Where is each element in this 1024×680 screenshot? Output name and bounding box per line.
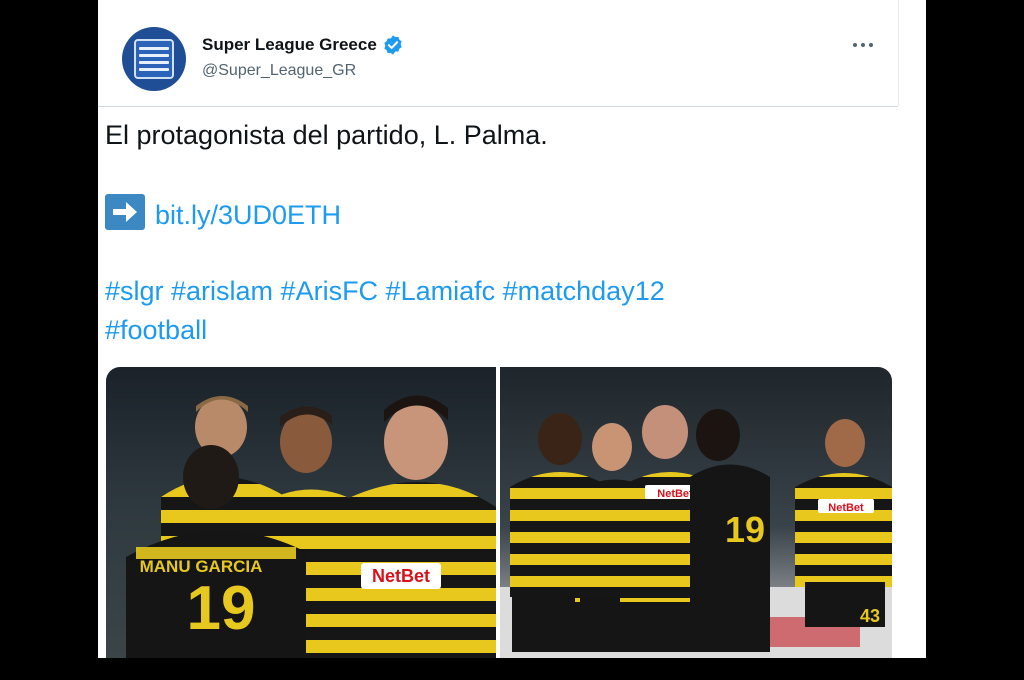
sponsor-logo: NetBet — [372, 566, 430, 586]
media-photo-left[interactable]: MANU GARCIA 19 NetBet — [106, 367, 496, 658]
avatar[interactable] — [122, 27, 186, 91]
hashtags-line[interactable]: #slgr #arislam #ArisFC #Lamiafc #matchda… — [105, 272, 665, 311]
more-horizontal-icon[interactable] — [850, 32, 876, 58]
jersey-number: 43 — [860, 606, 880, 626]
hashtag-football[interactable]: #football — [105, 311, 207, 350]
tweet-link-line: bit.ly/3UD0ETH — [105, 194, 341, 235]
tweet-card: Super League Greece @Super_League_GR El … — [98, 0, 926, 658]
media-photo-right[interactable]: NetBet 19 NetBet 43 — [500, 367, 892, 658]
tweet-media[interactable]: MANU GARCIA 19 NetBet NetBet 19 NetBet 4… — [106, 367, 892, 658]
super-league-logo-icon — [134, 39, 174, 79]
tweet-header: Super League Greece @Super_League_GR — [98, 0, 898, 107]
display-name[interactable]: Super League Greece — [202, 35, 377, 55]
tweet-text-line: El protagonista del partido, L. Palma. — [105, 120, 548, 150]
jersey-number: 19 — [725, 509, 765, 550]
author-name-row[interactable]: Super League Greece — [202, 34, 404, 56]
tweet-link[interactable]: bit.ly/3UD0ETH — [155, 200, 341, 230]
right-arrow-emoji-icon — [105, 194, 145, 230]
divider — [898, 0, 899, 106]
author-handle[interactable]: @Super_League_GR — [202, 62, 356, 80]
jersey-number: 19 — [187, 574, 256, 643]
sponsor-logo: NetBet — [828, 502, 864, 514]
verified-badge-icon — [384, 35, 402, 55]
sponsor-logo: NetBet — [657, 488, 693, 500]
